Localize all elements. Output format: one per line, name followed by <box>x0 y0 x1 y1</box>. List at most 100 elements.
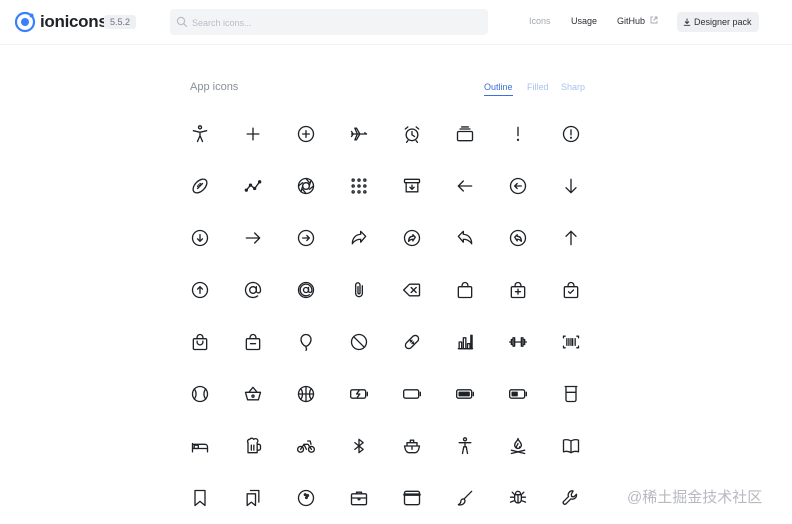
icon-tile-at-outline[interactable] <box>227 264 280 316</box>
icon-tile-bed-outline[interactable] <box>174 420 227 472</box>
nav-link-usage[interactable]: Usage <box>571 16 597 26</box>
tab-outline[interactable]: Outline <box>484 82 513 96</box>
bag-check-icon <box>563 281 579 299</box>
boat-icon <box>403 439 421 454</box>
icon-tile-bar-chart-outline[interactable] <box>439 316 492 368</box>
icon-tile-arrow-back-outline[interactable] <box>439 160 492 212</box>
icon-tile-bag-handle-outline[interactable] <box>174 316 227 368</box>
alert-circle-icon <box>562 125 580 143</box>
build-icon <box>562 490 578 505</box>
search-input[interactable] <box>190 13 474 33</box>
icon-tile-alert-circle-outline[interactable] <box>545 108 598 160</box>
icon-tile-bicycle-outline[interactable] <box>280 420 333 472</box>
bag-add-icon <box>510 281 526 299</box>
icon-tile-arrow-undo-outline[interactable] <box>439 212 492 264</box>
icon-tile-albums-outline[interactable] <box>439 108 492 160</box>
icon-tile-balloon-outline[interactable] <box>280 316 333 368</box>
icon-tile-bug-outline[interactable] <box>492 472 545 524</box>
icon-tile-bandage-outline[interactable] <box>386 316 439 368</box>
icon-tile-bookmark-outline[interactable] <box>174 472 227 524</box>
icon-tile-arrow-forward-outline[interactable] <box>227 212 280 264</box>
icon-tile-arrow-redo-circle-outline[interactable] <box>386 212 439 264</box>
icon-tile-bag-remove-outline[interactable] <box>227 316 280 368</box>
search-icon <box>176 16 188 28</box>
icon-tile-bag-outline[interactable] <box>439 264 492 316</box>
icon-tile-barcode-outline[interactable] <box>545 316 598 368</box>
icon-tile-aperture-outline[interactable] <box>280 160 333 212</box>
icon-tile-analytics-outline[interactable] <box>227 160 280 212</box>
tab-sharp[interactable]: Sharp <box>561 82 585 92</box>
icon-tile-bluetooth-outline[interactable] <box>333 420 386 472</box>
albums-icon <box>456 126 474 142</box>
icon-tile-bookmarks-outline[interactable] <box>227 472 280 524</box>
nav-link-icons[interactable]: Icons <box>529 16 551 26</box>
arrow-undo-icon <box>457 230 473 245</box>
icon-tile-ban-outline[interactable] <box>333 316 386 368</box>
icon-tile-arrow-undo-circle-outline[interactable] <box>492 212 545 264</box>
icon-tile-arrow-down-outline[interactable] <box>545 160 598 212</box>
icon-tile-backspace-outline[interactable] <box>386 264 439 316</box>
icon-tile-book-outline[interactable] <box>545 420 598 472</box>
tab-filled[interactable]: Filled <box>527 82 549 92</box>
basket-icon <box>244 386 262 401</box>
icon-tile-american-football-outline[interactable] <box>174 160 227 212</box>
icon-tile-battery-dead-outline[interactable] <box>386 368 439 420</box>
icon-tile-attach-outline[interactable] <box>333 264 386 316</box>
icon-tile-baseball-outline[interactable] <box>174 368 227 420</box>
icon-tile-arrow-down-circle-outline[interactable] <box>174 212 227 264</box>
icon-tile-basket-outline[interactable] <box>227 368 280 420</box>
icon-tile-add-circle-outline[interactable] <box>280 108 333 160</box>
bag-icon <box>457 281 473 299</box>
icon-tile-arrow-back-circle-outline[interactable] <box>492 160 545 212</box>
icon-tile-browsers-outline[interactable] <box>386 472 439 524</box>
icon-tile-battery-charging-outline[interactable] <box>333 368 386 420</box>
arrow-back-circle-icon <box>509 177 527 195</box>
designer-pack-button[interactable]: Designer pack <box>677 12 759 32</box>
icon-tile-accessibility-outline[interactable] <box>174 108 227 160</box>
arrow-forward-circle-icon <box>297 229 315 247</box>
icon-tile-archive-outline[interactable] <box>386 160 439 212</box>
briefcase-icon <box>350 491 368 506</box>
arrow-up-icon <box>565 230 577 246</box>
bag-remove-icon <box>245 333 261 351</box>
icon-tile-boat-outline[interactable] <box>386 420 439 472</box>
icon-tile-bag-check-outline[interactable] <box>545 264 598 316</box>
search-box[interactable] <box>170 9 488 35</box>
icon-tile-add-outline[interactable] <box>227 108 280 160</box>
icon-tile-arrow-up-outline[interactable] <box>545 212 598 264</box>
nav-link-github[interactable]: GitHub <box>617 16 645 26</box>
icon-tile-airplane-outline[interactable] <box>333 108 386 160</box>
add-icon <box>246 127 260 141</box>
icon-tile-brush-outline[interactable] <box>439 472 492 524</box>
ionicons-logo-icon[interactable] <box>14 11 36 33</box>
icon-tile-alarm-outline[interactable] <box>386 108 439 160</box>
icon-tile-arrow-forward-circle-outline[interactable] <box>280 212 333 264</box>
bowling-ball-icon <box>297 489 315 507</box>
beer-icon <box>246 437 262 454</box>
icon-tile-briefcase-outline[interactable] <box>333 472 386 524</box>
basketball-icon <box>297 385 315 403</box>
icon-tile-barbell-outline[interactable] <box>492 316 545 368</box>
icon-tile-battery-half-outline[interactable] <box>492 368 545 420</box>
icon-tile-bowling-ball-outline[interactable] <box>280 472 333 524</box>
icon-tile-beer-outline[interactable] <box>227 420 280 472</box>
top-header: ionicons 5.5.2 Icons Usage GitHub Design… <box>0 0 792 45</box>
icon-tile-apps-outline[interactable] <box>333 160 386 212</box>
icon-tile-alert-outline[interactable] <box>492 108 545 160</box>
icon-tile-body-outline[interactable] <box>439 420 492 472</box>
icon-tile-beaker-outline[interactable] <box>545 368 598 420</box>
icon-tile-bonfire-outline[interactable] <box>492 420 545 472</box>
icon-tile-basketball-outline[interactable] <box>280 368 333 420</box>
icon-tile-arrow-redo-outline[interactable] <box>333 212 386 264</box>
brand-name[interactable]: ionicons <box>40 12 108 32</box>
battery-full-icon <box>456 389 474 399</box>
alert-icon <box>516 126 520 141</box>
attach-icon <box>355 282 363 298</box>
icon-tile-arrow-up-circle-outline[interactable] <box>174 264 227 316</box>
icon-tile-at-circle-outline[interactable] <box>280 264 333 316</box>
icon-tile-build-outline[interactable] <box>545 472 598 524</box>
icon-tile-bag-add-outline[interactable] <box>492 264 545 316</box>
bonfire-icon <box>510 437 526 455</box>
add-circle-icon <box>297 125 315 143</box>
icon-tile-battery-full-outline[interactable] <box>439 368 492 420</box>
